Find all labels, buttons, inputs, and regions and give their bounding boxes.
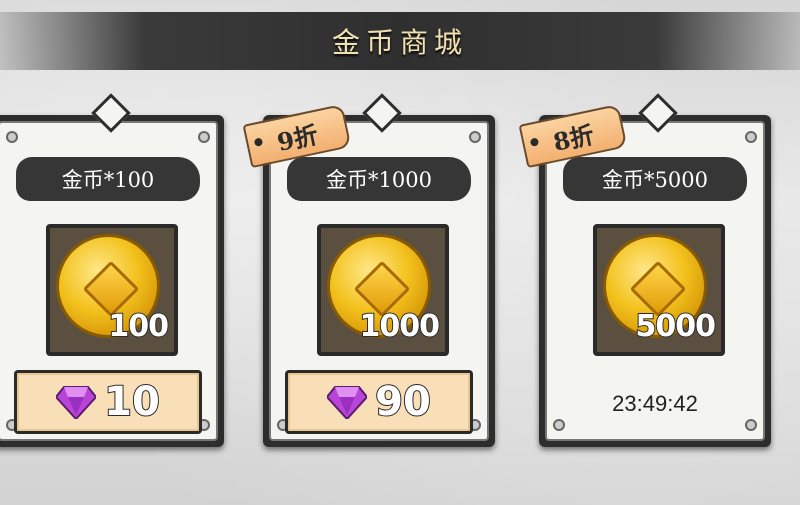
coin-image-box: 1000 — [317, 224, 449, 356]
shop-card-100[interactable]: 金币*100 100 10 — [0, 93, 224, 447]
coin-image-box: 100 — [46, 224, 178, 356]
bolt-icon — [6, 131, 18, 143]
bolt-icon — [553, 419, 565, 431]
tag-hole — [529, 137, 540, 147]
discount-label: 9折 — [274, 119, 321, 157]
discount-label: 8折 — [550, 119, 597, 157]
price-label: 10 — [103, 378, 161, 426]
purple-gem-icon — [56, 386, 97, 419]
coin-amount: 100 — [107, 308, 170, 345]
bolt-icon — [745, 131, 757, 143]
bolt-icon — [198, 131, 210, 143]
buy-button[interactable]: 90 — [285, 370, 473, 434]
header-banner: 金币商城 — [0, 12, 800, 70]
coin-image-box: 5000 — [593, 224, 725, 356]
card-title: 金币*5000 — [602, 168, 708, 192]
bolt-icon — [745, 419, 757, 431]
bolt-icon — [469, 131, 481, 143]
coin-amount: 1000 — [359, 308, 441, 345]
price-label: 90 — [374, 378, 432, 426]
card-title: 金币*100 — [61, 168, 155, 192]
card-title-plate: 金币*5000 — [563, 157, 747, 201]
card-title: 金币*1000 — [326, 168, 432, 192]
card-panel: 金币*1000 1000 90 — [269, 121, 489, 441]
card-title-plate: 金币*1000 — [287, 157, 471, 201]
card-panel: 金币*5000 5000 23:49:42 — [545, 121, 765, 441]
buy-button[interactable]: 10 — [14, 370, 202, 434]
tag-hole — [253, 137, 264, 147]
card-title-plate: 金币*100 — [16, 157, 200, 201]
coin-amount: 5000 — [635, 308, 717, 345]
countdown-timer: 23:49:42 — [612, 391, 698, 416]
page-title: 金币商城 — [331, 26, 468, 59]
shop-card-1000[interactable]: 金币*1000 1000 90 — [263, 93, 495, 447]
shop-card-5000[interactable]: 金币*5000 5000 23:49:42 — [539, 93, 771, 447]
purple-gem-icon — [327, 386, 368, 419]
card-panel: 金币*100 100 10 — [0, 121, 218, 441]
